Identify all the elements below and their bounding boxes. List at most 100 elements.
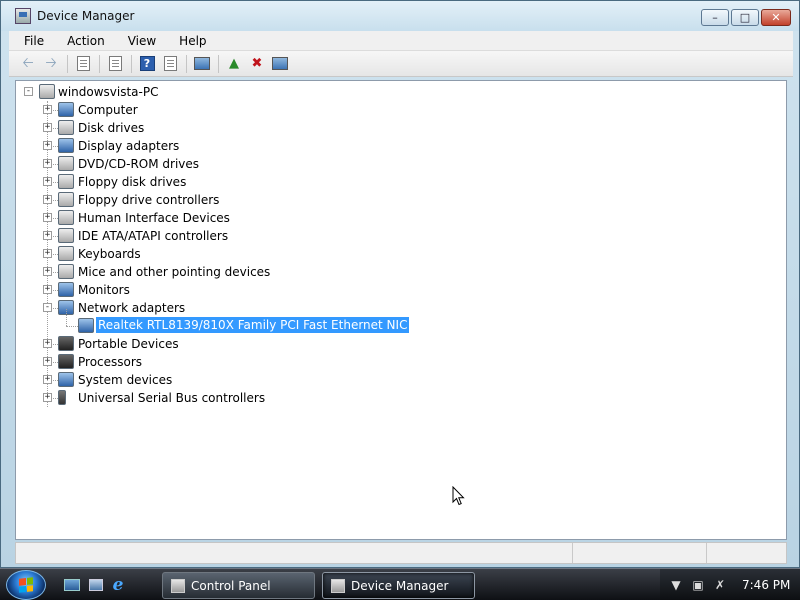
start-button[interactable] [6, 570, 46, 600]
clock[interactable]: 7:46 PM [742, 578, 790, 592]
collapse-toggle[interactable]: - [43, 303, 52, 312]
back-icon[interactable]: 🡠 [17, 53, 39, 75]
expand-toggle[interactable]: + [43, 393, 52, 402]
tree-root[interactable]: - windowsvista-PC [16, 83, 316, 101]
show-desktop-icon[interactable] [64, 577, 80, 593]
scan-icon[interactable] [191, 53, 213, 75]
tree-category[interactable]: + Human Interface Devices [16, 209, 416, 227]
device-manager-window: Device Manager – □ ✕ File Action View He… [0, 0, 800, 568]
taskbar-item-label: Device Manager [351, 578, 449, 593]
device-category-icon [58, 282, 74, 297]
expand-toggle[interactable]: + [43, 195, 52, 204]
device-category-icon [58, 336, 74, 351]
tree-category-label: Monitors [78, 283, 130, 297]
device-manager-icon [15, 8, 31, 24]
internet-explorer-icon[interactable]: e [110, 575, 126, 595]
tree-category[interactable]: + Keyboards [16, 245, 416, 263]
tree-category[interactable]: + Disk drives [16, 119, 416, 137]
expand-toggle[interactable]: + [43, 285, 52, 294]
taskbar-item-label: Control Panel [191, 578, 271, 593]
tree-category[interactable]: - Network adapters [16, 299, 416, 317]
tree-category-label: Floppy drive controllers [78, 193, 220, 207]
update-driver-icon[interactable]: ▲ [223, 53, 245, 75]
device-category-icon [58, 210, 74, 225]
tree-category-label: Portable Devices [78, 337, 179, 351]
device-manager-icon [331, 578, 345, 593]
tree-category[interactable]: + Floppy drive controllers [16, 191, 416, 209]
network-icon[interactable]: ▣ [690, 577, 706, 593]
minimize-button[interactable]: – [701, 9, 729, 26]
safely-remove-icon[interactable]: ▼ [668, 577, 684, 593]
expand-toggle[interactable]: + [43, 105, 52, 114]
status-cell-main [16, 543, 573, 563]
tree-category[interactable]: + Processors [16, 353, 416, 371]
status-cell-2 [573, 543, 707, 563]
tree-line [66, 309, 67, 326]
expand-toggle[interactable]: + [43, 123, 52, 132]
menu-view[interactable]: View [113, 34, 164, 48]
expand-toggle[interactable]: + [43, 141, 52, 150]
tree-category[interactable]: + Floppy disk drives [16, 173, 416, 191]
expand-toggle[interactable]: + [43, 357, 52, 366]
tree-category-label: Human Interface Devices [78, 211, 230, 225]
view-icon[interactable] [159, 53, 181, 75]
tree-category[interactable]: + Portable Devices [16, 335, 416, 353]
tree-category[interactable]: + Computer [16, 101, 416, 119]
expand-toggle[interactable]: + [43, 249, 52, 258]
device-category-icon [58, 174, 74, 189]
device-tree-panel[interactable]: - windowsvista-PC + Computer + Disk drives +… [15, 80, 787, 540]
expand-toggle[interactable]: + [43, 375, 52, 384]
expand-toggle[interactable]: + [43, 231, 52, 240]
device-category-icon [58, 102, 74, 117]
device-category-icon [58, 228, 74, 243]
forward-icon[interactable]: 🡢 [40, 53, 62, 75]
volume-muted-icon[interactable]: ✗ [712, 577, 728, 593]
expand-toggle[interactable]: + [43, 159, 52, 168]
tree-category-label: Computer [78, 103, 138, 117]
uninstall-icon[interactable]: ✖ [246, 53, 268, 75]
network-adapter-icon [78, 318, 94, 333]
taskbar-item-device-manager[interactable]: Device Manager [322, 572, 475, 599]
tree-category-label: Floppy disk drives [78, 175, 187, 189]
expand-toggle[interactable]: + [43, 213, 52, 222]
expand-toggle[interactable]: + [43, 177, 52, 186]
menu-action[interactable]: Action [52, 34, 113, 48]
toolbar: 🡠 🡢 ? ▲ ✖ [9, 51, 793, 77]
maximize-button[interactable]: □ [731, 9, 759, 26]
tree-category-label: Universal Serial Bus controllers [78, 391, 266, 405]
expand-toggle[interactable]: + [43, 267, 52, 276]
tree-category[interactable]: + IDE ATA/ATAPI controllers [16, 227, 416, 245]
tree-category-label: Disk drives [78, 121, 145, 135]
show-hide-tree-icon[interactable] [72, 53, 94, 75]
switch-windows-icon[interactable] [88, 577, 104, 593]
toolbar-separator [131, 54, 132, 73]
taskbar: e Control Panel Device Manager ▼ ▣ ✗ 7:4… [0, 568, 800, 600]
taskbar-item-control-panel[interactable]: Control Panel [162, 572, 315, 599]
toolbar-separator [67, 54, 68, 73]
tree-category[interactable]: + Mice and other pointing devices [16, 263, 416, 281]
expand-toggle[interactable]: + [43, 339, 52, 348]
menu-help[interactable]: Help [164, 34, 214, 48]
status-cell-3 [707, 543, 786, 563]
tree-category[interactable]: + System devices [16, 371, 416, 389]
tree-category-label: Keyboards [78, 247, 141, 261]
device-category-icon [58, 246, 74, 261]
help-icon[interactable]: ? [136, 53, 158, 75]
close-button[interactable]: ✕ [761, 9, 791, 26]
tree-category[interactable]: + Monitors [16, 281, 416, 299]
tree-category-label: IDE ATA/ATAPI controllers [78, 229, 229, 243]
disable-icon[interactable] [269, 53, 291, 75]
tree-category[interactable]: + Universal Serial Bus controllers [16, 389, 416, 407]
menu-file[interactable]: File [9, 34, 52, 48]
tree-category-label: Mice and other pointing devices [78, 265, 271, 279]
collapse-toggle[interactable]: - [24, 87, 33, 96]
tree-category[interactable]: + DVD/CD-ROM drives [16, 155, 416, 173]
title-bar[interactable]: Device Manager – □ ✕ [1, 1, 799, 31]
tree-category-label: DVD/CD-ROM drives [78, 157, 200, 171]
tree-category-label: Display adapters [78, 139, 180, 153]
properties-icon[interactable] [104, 53, 126, 75]
device-category-icon [58, 192, 74, 207]
device-category-icon [58, 390, 66, 405]
tree-device-network-adapter[interactable]: Realtek RTL8139/810X Family PCI Fast Eth… [16, 309, 516, 335]
tree-category[interactable]: + Display adapters [16, 137, 416, 155]
